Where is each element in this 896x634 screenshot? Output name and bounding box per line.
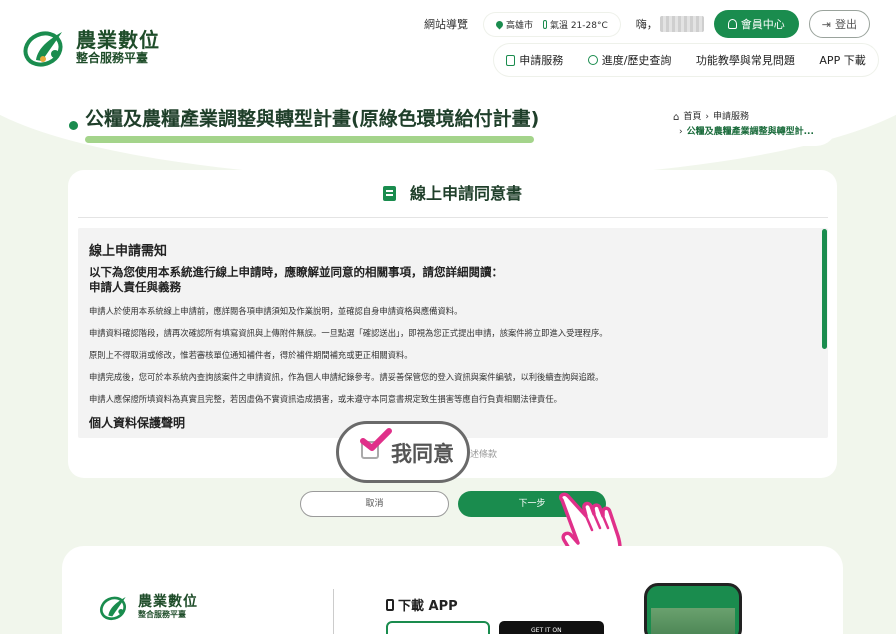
terms-lead: 以下為您使用本系統進行線上申請時，應瞭解並同意的相關事項，請您詳細閱讀： bbox=[89, 265, 503, 279]
footer-logo-title: 農業數位 bbox=[138, 594, 198, 611]
location-pin-icon bbox=[494, 19, 505, 29]
phone-icon bbox=[386, 598, 394, 611]
terms-paragraph: 申請人於使用本系統線上申請前，應詳閱各項申請須知及作業說明，並確認自身申請資格與… bbox=[89, 305, 463, 316]
book-icon bbox=[382, 186, 396, 201]
nav-label: APP 下載 bbox=[819, 54, 866, 67]
title-underline bbox=[85, 136, 534, 143]
weather-pill: 高雄市 氣溫 21-28°C bbox=[483, 12, 620, 36]
logo-leaf-icon bbox=[23, 31, 63, 67]
terms-scroll-box[interactable]: 線上申請需知 以下為您使用本系統進行線上申請時，應瞭解並同意的相關事項，請您詳細… bbox=[78, 228, 828, 438]
top-utility-bar: 網站導覽 高雄市 氣溫 21-28°C 嗨， 會員中心 ⇥ 登出 bbox=[424, 10, 870, 38]
breadcrumb-home[interactable]: 首頁 bbox=[683, 111, 701, 125]
cancel-button[interactable]: 取消 bbox=[300, 491, 449, 517]
breadcrumb: ⌂ 首頁 › 申請服務 › 公糧及農糧產業調整與轉型計... bbox=[659, 104, 837, 146]
thermometer-icon bbox=[542, 19, 547, 29]
nav-label: 功能教學與常見問題 bbox=[695, 54, 795, 67]
agree-label[interactable]: 我同意 bbox=[391, 438, 454, 468]
footer-logo-subtitle: 整合服務平臺 bbox=[138, 610, 186, 620]
nav-item-app-download[interactable]: APP 下載 bbox=[819, 52, 865, 68]
nav-label: 進度/歷史查詢 bbox=[601, 54, 672, 67]
location-text[interactable]: 高雄市 bbox=[506, 18, 533, 31]
chevron-right-icon: › bbox=[705, 111, 709, 122]
member-center-button[interactable]: 會員中心 bbox=[713, 10, 799, 38]
terms-scrollbar[interactable] bbox=[822, 229, 827, 349]
logo-subtitle: 整合服務平臺 bbox=[76, 50, 149, 65]
logout-icon: ⇥ bbox=[821, 17, 831, 31]
document-icon bbox=[506, 54, 516, 66]
breadcrumb-current: 公糧及農糧產業調整與轉型計... bbox=[686, 126, 814, 137]
main-nav: 申請服務 進度/歷史查詢 功能教學與常見問題 APP 下載 bbox=[494, 44, 878, 76]
terms-subheading: 申請人責任與義務 bbox=[89, 279, 181, 294]
download-app-heading: 下載 APP bbox=[386, 595, 458, 614]
terms-paragraph: 原則上不得取消或修改，惟若審核單位通知補件者，得於補件期間補充或更正相關資料。 bbox=[89, 349, 413, 360]
footer-logo[interactable]: 農業數位 整合服務平臺 bbox=[98, 593, 198, 621]
nav-item-progress[interactable]: 進度/歷史查詢 bbox=[587, 52, 672, 68]
checkmark-icon bbox=[360, 428, 392, 451]
breadcrumb-apply[interactable]: 申請服務 bbox=[713, 111, 749, 125]
username-redacted bbox=[659, 16, 704, 32]
nav-item-help[interactable]: 功能教學與常見問題 bbox=[696, 52, 795, 68]
agreement-heading-text: 線上申請同意書 bbox=[409, 184, 522, 203]
google-play-badge[interactable]: GET IT ON bbox=[499, 621, 604, 634]
site-logo[interactable]: 農業數位 整合服務平臺 bbox=[22, 26, 160, 68]
chevron-right-icon: › bbox=[679, 126, 683, 137]
download-app-text: 下載 APP bbox=[398, 599, 458, 614]
app-store-badge[interactable] bbox=[386, 621, 490, 634]
home-icon: ⌂ bbox=[673, 112, 680, 123]
app-preview-phone bbox=[644, 583, 742, 634]
title-bullet bbox=[69, 121, 78, 130]
terms-paragraph: 申請資料確認階段，請再次確認所有填寫資訊與上傳附件無誤。一旦點選「確認送出」，即… bbox=[89, 327, 608, 338]
agreement-heading: 線上申請同意書 bbox=[68, 180, 837, 204]
footer-divider bbox=[333, 589, 334, 634]
agree-label-tail: 述條款 bbox=[470, 450, 498, 460]
member-center-label: 會員中心 bbox=[740, 18, 785, 31]
logo-leaf-icon bbox=[99, 596, 127, 621]
terms-paragraph: 申請完成後，您可於本系統內查詢該案件之申請資訊，作為個人申請紀錄參考。請妥善保管… bbox=[89, 371, 604, 382]
logo-title: 農業數位 bbox=[76, 27, 160, 52]
terms-section-title: 線上申請需知 bbox=[89, 244, 168, 259]
search-icon bbox=[587, 55, 598, 65]
google-play-text: GET IT ON bbox=[531, 627, 562, 634]
sitemap-link[interactable]: 網站導覽 bbox=[424, 16, 468, 32]
user-icon bbox=[727, 19, 737, 29]
nav-item-apply[interactable]: 申請服務 bbox=[506, 52, 563, 68]
nav-label: 申請服務 bbox=[519, 54, 564, 67]
logout-label: 登出 bbox=[835, 18, 857, 31]
terms-paragraph: 申請人應保證所填資料為真實且完整，若因虛偽不實資訊造成損害，或未遵守本同意書規定… bbox=[89, 393, 562, 404]
divider bbox=[78, 217, 828, 218]
app-preview-screen bbox=[651, 608, 735, 634]
logout-button[interactable]: ⇥ 登出 bbox=[808, 10, 870, 38]
greeting-text: 嗨， bbox=[635, 18, 658, 31]
temperature-text: 氣溫 21-28°C bbox=[549, 20, 608, 31]
page-title: 公糧及農糧產業調整與轉型計畫(原綠色環境給付計畫) bbox=[85, 108, 540, 130]
